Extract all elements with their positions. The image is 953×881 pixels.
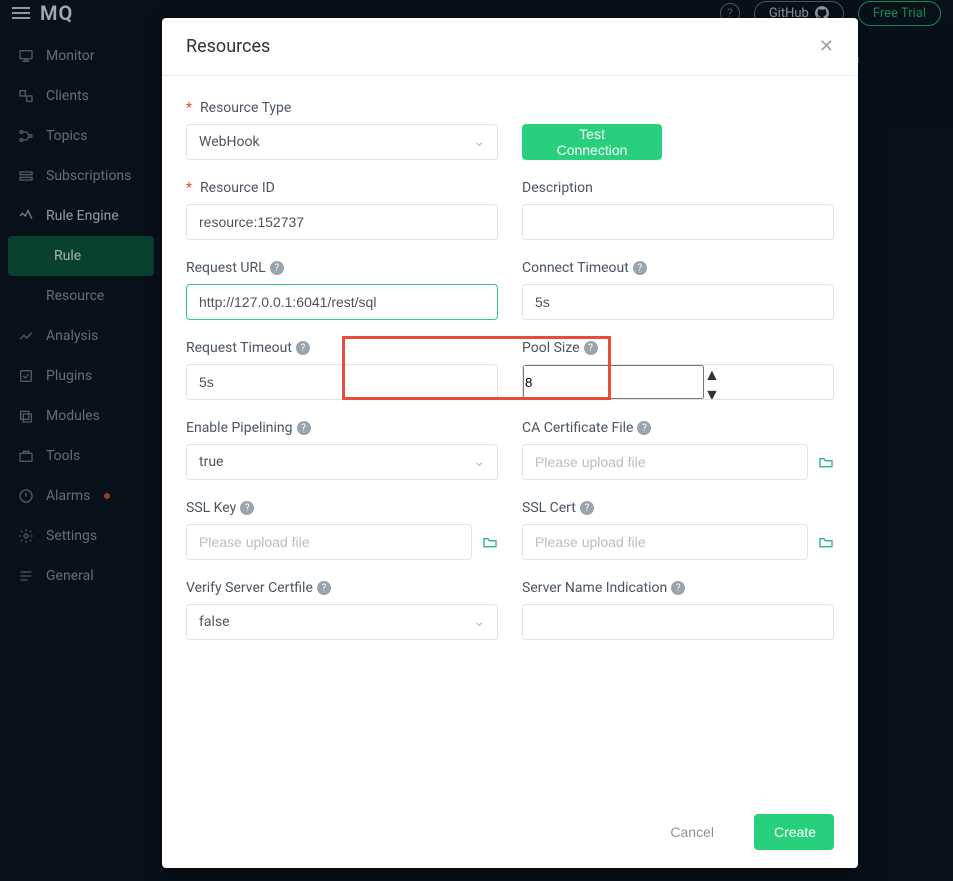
request-url-label: Request URL? <box>186 260 498 276</box>
description-label: Description <box>522 180 834 196</box>
verify-server-label: Verify Server Certfile? <box>186 580 498 596</box>
cancel-button[interactable]: Cancel <box>650 814 734 850</box>
help-icon[interactable]: ? <box>317 581 331 595</box>
help-icon[interactable]: ? <box>671 581 685 595</box>
pool-size-stepper[interactable]: ▲▼ <box>522 364 834 400</box>
connect-timeout-label: Connect Timeout? <box>522 260 834 276</box>
sni-input[interactable] <box>522 604 834 640</box>
help-icon[interactable]: ? <box>270 261 284 275</box>
help-icon[interactable]: ? <box>637 421 651 435</box>
connect-timeout-input[interactable] <box>522 284 834 320</box>
close-icon[interactable]: ✕ <box>819 36 834 57</box>
help-icon[interactable]: ? <box>633 261 647 275</box>
step-up-icon[interactable]: ▲ <box>704 365 720 385</box>
pool-size-label: Pool Size? <box>522 340 834 356</box>
resource-type-value: WebHook <box>199 134 260 150</box>
folder-icon[interactable] <box>818 454 834 470</box>
enable-pipelining-value: true <box>199 454 223 470</box>
enable-pipelining-select[interactable]: true ⌄ <box>186 444 498 480</box>
verify-server-select[interactable]: false ⌄ <box>186 604 498 640</box>
folder-icon[interactable] <box>818 534 834 550</box>
ssl-key-label: SSL Key? <box>186 500 498 516</box>
help-icon[interactable]: ? <box>580 501 594 515</box>
sni-label: Server Name Indication? <box>522 580 834 596</box>
chevron-down-icon: ⌄ <box>473 614 485 630</box>
ca-cert-label: CA Certificate File? <box>522 420 834 436</box>
test-connection-button[interactable]: Test Connection <box>522 124 662 160</box>
resource-type-label: *Resource Type <box>186 100 498 116</box>
resource-type-select[interactable]: WebHook ⌄ <box>186 124 498 160</box>
request-timeout-label: Request Timeout? <box>186 340 498 356</box>
request-url-input[interactable] <box>186 284 498 320</box>
step-down-icon[interactable]: ▼ <box>704 385 720 400</box>
pool-size-input[interactable] <box>523 365 704 399</box>
folder-icon[interactable] <box>482 534 498 550</box>
ca-cert-input[interactable] <box>522 444 808 480</box>
verify-server-value: false <box>199 614 230 630</box>
chevron-down-icon: ⌄ <box>473 134 485 150</box>
ssl-cert-input[interactable] <box>522 524 808 560</box>
resources-modal: Resources ✕ *Resource Type WebHook ⌄ Tes… <box>162 18 858 868</box>
chevron-down-icon: ⌄ <box>473 454 485 470</box>
enable-pipelining-label: Enable Pipelining? <box>186 420 498 436</box>
description-input[interactable] <box>522 204 834 240</box>
ssl-key-input[interactable] <box>186 524 472 560</box>
request-timeout-input[interactable] <box>186 364 498 400</box>
help-icon[interactable]: ? <box>584 341 598 355</box>
help-icon[interactable]: ? <box>240 501 254 515</box>
help-icon[interactable]: ? <box>296 341 310 355</box>
resource-id-label: *Resource ID <box>186 180 498 196</box>
create-button[interactable]: Create <box>754 814 834 850</box>
modal-title: Resources <box>186 36 270 57</box>
ssl-cert-label: SSL Cert? <box>522 500 834 516</box>
resource-id-input[interactable] <box>186 204 498 240</box>
help-icon[interactable]: ? <box>297 421 311 435</box>
